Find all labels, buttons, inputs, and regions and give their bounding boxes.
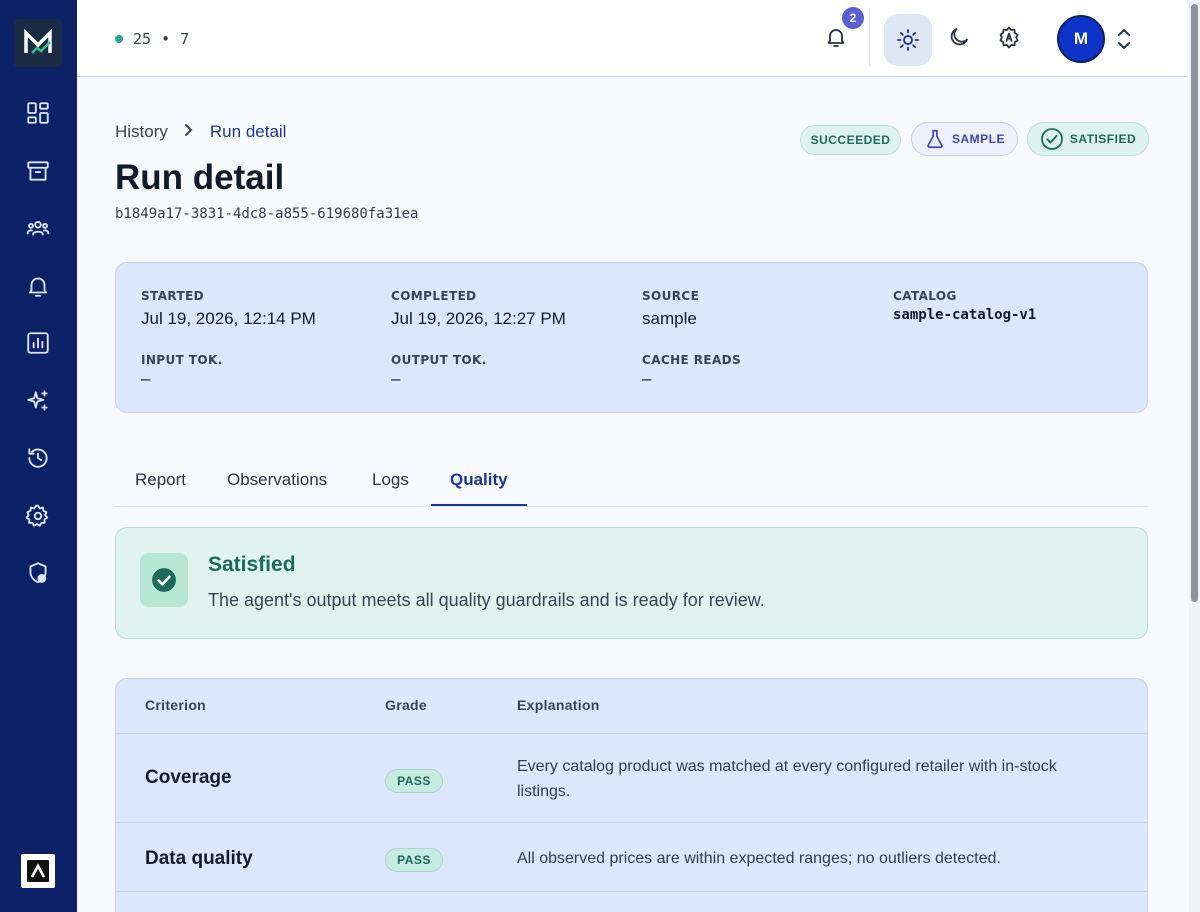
app-logo[interactable]: [14, 19, 62, 67]
sample-label: SAMPLE: [951, 132, 1005, 146]
status-badge-sample: SAMPLE: [911, 122, 1018, 156]
meta-label: OUTPUT TOK.: [391, 353, 487, 367]
row-divider: [116, 891, 1147, 892]
column-header-grade: Grade: [385, 697, 427, 713]
meta-value: Jul 19, 2026, 12:27 PM: [391, 309, 566, 328]
column-header-criterion: Criterion: [145, 697, 207, 713]
dark-theme-moon-icon[interactable]: [942, 20, 976, 54]
meta-cache-reads: CACHE READS –: [642, 353, 741, 389]
meta-catalog: CATALOG sample-catalog-v1: [893, 289, 1036, 323]
nav-notifications-icon[interactable]: [21, 269, 55, 303]
quality-criteria-table: Criterion Grade Explanation Coverage PAS…: [115, 678, 1148, 912]
nav-archive-icon[interactable]: [21, 154, 55, 188]
meta-input-tokens: INPUT TOK. –: [141, 353, 223, 389]
run-detail-tabs: Report Observations Logs Quality: [115, 456, 1148, 507]
logo-mark-icon: [24, 28, 52, 54]
meta-completed: COMPLETED Jul 19, 2026, 12:27 PM: [391, 289, 566, 329]
status-badge-succeeded: SUCCEEDED: [800, 125, 901, 155]
meta-value: –: [141, 369, 151, 388]
grade-badge: PASS: [385, 769, 443, 793]
page-title: Run detail: [115, 158, 285, 197]
auto-theme-icon[interactable]: [992, 20, 1026, 54]
check-circle-icon: [1040, 128, 1063, 150]
meta-label: CACHE READS: [642, 353, 742, 367]
status-dot-icon: [115, 35, 123, 43]
meta-label: CATALOG: [893, 289, 957, 303]
meta-value: –: [391, 369, 401, 388]
tab-logs[interactable]: Logs: [372, 470, 409, 490]
meta-label: COMPLETED: [391, 289, 477, 303]
flask-icon: [927, 129, 943, 149]
nav-dashboard-icon[interactable]: [21, 96, 55, 130]
breadcrumb-history-link[interactable]: History: [115, 122, 168, 142]
status-primary-count: 25: [133, 30, 152, 48]
nav-admin-shield-icon[interactable]: [21, 556, 55, 590]
nav-settings-icon[interactable]: [21, 499, 55, 533]
top-header: 25 • 7 2 M: [77, 0, 1187, 77]
breadcrumb-current: Run detail: [209, 122, 287, 141]
breadcrumb: History Run detail: [115, 122, 286, 142]
meta-value: Jul 19, 2026, 12:14 PM: [141, 309, 316, 328]
result-description: The agent's output meets all quality gua…: [208, 590, 765, 610]
criterion-explanation: Every catalog product was matched at eve…: [517, 758, 1057, 800]
result-title: Satisfied: [208, 553, 296, 576]
breadcrumb-chevron-icon: [184, 123, 194, 142]
meta-label: SOURCE: [642, 289, 700, 303]
nav-reports-icon[interactable]: [21, 326, 55, 360]
brand-triangle-icon: [27, 860, 49, 882]
row-divider: [116, 822, 1147, 823]
active-tab-indicator: [431, 504, 527, 506]
nav-history-icon[interactable]: [21, 441, 55, 475]
meta-value: sample: [642, 309, 697, 328]
tab-report[interactable]: Report: [135, 470, 186, 490]
satisfied-label: SATISFIED: [1069, 132, 1137, 146]
criterion-name: Data quality: [145, 848, 253, 869]
succeeded-label: SUCCEEDED: [810, 133, 891, 147]
header-divider: [869, 10, 870, 66]
nav-ai-sparkles-icon[interactable]: [21, 384, 55, 418]
run-metadata-card: STARTED Jul 19, 2026, 12:14 PM COMPLETED…: [115, 262, 1148, 413]
system-status: 25 • 7: [115, 30, 189, 48]
status-secondary-count: 7: [180, 30, 190, 48]
notification-count-badge: 2: [842, 7, 864, 29]
row-divider: [116, 733, 1147, 734]
meta-source: SOURCE sample: [642, 289, 699, 329]
column-header-explanation: Explanation: [517, 697, 600, 713]
criterion-explanation: All observed prices are within expected …: [517, 850, 1001, 867]
status-badge-satisfied: SATISFIED: [1027, 122, 1149, 156]
user-avatar[interactable]: M: [1057, 15, 1105, 63]
tab-observations[interactable]: Observations: [227, 470, 327, 490]
footer-brand-logo[interactable]: [21, 854, 55, 888]
quality-result-card: Satisfied The agent's output meets all q…: [115, 527, 1148, 639]
nav-users-icon[interactable]: [21, 211, 55, 245]
status-separator: •: [161, 30, 171, 48]
meta-output-tokens: OUTPUT TOK. –: [391, 353, 487, 389]
light-theme-sun-icon[interactable]: [884, 14, 932, 66]
run-id: b1849a17-3831-4dc8-a855-619680fa31ea: [115, 206, 419, 222]
meta-started: STARTED Jul 19, 2026, 12:14 PM: [141, 289, 316, 329]
meta-label: STARTED: [141, 289, 205, 303]
scrollbar-thumb[interactable]: [1191, 4, 1198, 602]
meta-value: –: [642, 369, 652, 388]
meta-value: sample-catalog-v1: [893, 307, 1037, 323]
grade-badge: PASS: [385, 848, 443, 872]
account-menu-chevron-icon[interactable]: [1114, 25, 1134, 53]
sidebar: [0, 0, 77, 912]
criterion-name: Coverage: [145, 767, 232, 788]
result-check-icon: [140, 553, 188, 607]
meta-label: INPUT TOK.: [141, 353, 223, 367]
tab-quality[interactable]: Quality: [450, 470, 508, 490]
page-scrollbar[interactable]: [1189, 0, 1200, 912]
